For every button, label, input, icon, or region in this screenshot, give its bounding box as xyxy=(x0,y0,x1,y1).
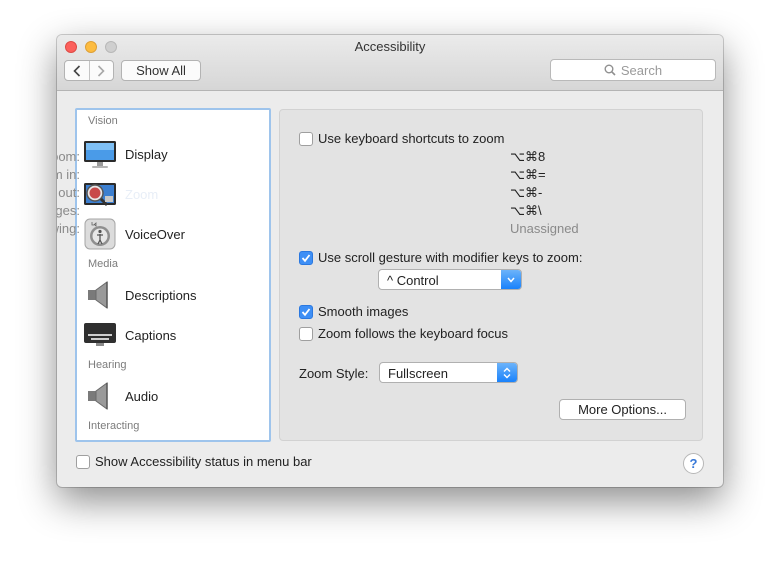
sidebar-item-label: Captions xyxy=(125,327,177,343)
speaker-icon xyxy=(83,379,117,413)
status-menu-checkbox-row[interactable]: Show Accessibility status in menu bar xyxy=(76,454,312,469)
smooth-images-checkbox-row[interactable]: Smooth images xyxy=(299,304,408,319)
shortcut-value: ⌥⌘8 xyxy=(510,149,546,164)
sidebar-item-captions[interactable]: Captions xyxy=(83,317,263,353)
zoom-icon xyxy=(83,177,117,211)
checkmark-icon xyxy=(301,253,311,262)
smooth-images-checkbox[interactable] xyxy=(299,304,313,319)
sidebar-header-media: Media xyxy=(88,258,118,270)
keyboard-shortcuts-label: Use keyboard shortcuts to zoom xyxy=(318,131,505,146)
follow-focus-checkbox[interactable] xyxy=(299,326,313,341)
shortcut-label: Toggle keyboard focus following: xyxy=(57,221,80,236)
show-all-button[interactable]: Show All xyxy=(121,60,201,81)
back-button[interactable] xyxy=(65,61,89,80)
sidebar-item-label: Audio xyxy=(125,388,159,404)
shortcut-value: Unassigned xyxy=(510,221,579,236)
voiceover-icon xyxy=(83,217,117,251)
shortcut-value: ⌥⌘= xyxy=(510,167,546,182)
zoom-style-value: Fullscreen xyxy=(388,366,448,381)
sidebar-item-label: Display xyxy=(125,146,168,162)
forward-button[interactable] xyxy=(88,61,114,80)
preferences-window: Accessibility Show All Search Vision Dis… xyxy=(57,35,723,487)
sidebar-item-voiceover[interactable]: VoiceOver xyxy=(83,216,263,252)
sidebar-item-audio[interactable]: Audio xyxy=(83,378,263,414)
display-icon xyxy=(83,137,117,171)
shortcut-label: Zoom out: xyxy=(57,185,80,200)
chevron-down-icon xyxy=(501,270,521,289)
speaker-icon xyxy=(83,278,117,312)
shortcut-label: Toggle smooth images: xyxy=(57,203,80,218)
sidebar-item-display[interactable]: Display xyxy=(83,136,263,172)
follow-focus-checkbox-row[interactable]: Zoom follows the keyboard focus xyxy=(299,326,508,341)
zoom-style-label: Zoom Style: xyxy=(299,366,369,381)
status-menu-label: Show Accessibility status in menu bar xyxy=(95,454,312,469)
sidebar-header-hearing: Hearing xyxy=(88,359,127,371)
zoom-settings-pane: Use keyboard shortcuts to zoom Toggle zo… xyxy=(57,109,703,441)
sidebar-item-label: Zoom xyxy=(125,186,159,202)
more-options-button[interactable]: More Options... xyxy=(559,399,686,420)
sidebar-item-descriptions[interactable]: Descriptions xyxy=(83,277,263,313)
sidebar-header-vision: Vision xyxy=(88,115,118,127)
zoom-style-popup[interactable]: Fullscreen xyxy=(379,362,518,383)
sidebar-item-label: VoiceOver xyxy=(125,226,185,242)
modifier-key-popup[interactable]: ^ Control xyxy=(378,269,522,290)
keyboard-shortcuts-checkbox-row[interactable]: Use keyboard shortcuts to zoom xyxy=(299,131,504,146)
up-down-arrows-icon xyxy=(497,363,517,382)
checkmark-icon xyxy=(301,307,311,316)
search-icon xyxy=(604,64,616,76)
smooth-images-label: Smooth images xyxy=(318,304,409,319)
captions-icon xyxy=(83,318,117,352)
search-placeholder: Search xyxy=(620,62,663,78)
sidebar-item-label: Descriptions xyxy=(125,287,197,303)
chevron-left-icon xyxy=(73,64,80,77)
title-bar: Accessibility Show All Search xyxy=(57,35,723,91)
shortcut-value: ⌥⌘\ xyxy=(510,203,542,218)
shortcut-label: Zoom in: xyxy=(57,167,80,182)
window-title: Accessibility xyxy=(354,39,426,54)
keyboard-shortcuts-checkbox[interactable] xyxy=(299,131,313,146)
follow-focus-label: Zoom follows the keyboard focus xyxy=(318,326,509,341)
search-field[interactable]: Search xyxy=(550,59,716,81)
modifier-key-value: ^ Control xyxy=(387,273,439,288)
scroll-gesture-checkbox-row[interactable]: Use scroll gesture with modifier keys to… xyxy=(299,250,582,265)
shortcut-label: Toggle zoom: xyxy=(57,149,80,164)
chevron-right-icon xyxy=(98,64,105,77)
scroll-gesture-label: Use scroll gesture with modifier keys to… xyxy=(318,250,583,265)
scroll-gesture-checkbox[interactable] xyxy=(299,250,313,265)
back-forward-group xyxy=(64,60,114,81)
shortcut-value: ⌥⌘- xyxy=(510,185,543,200)
sidebar-header-interacting: Interacting xyxy=(88,420,140,432)
category-sidebar[interactable]: Vision Display Zoom VoiceOver Media Desc… xyxy=(75,108,271,442)
status-menu-checkbox[interactable] xyxy=(76,454,90,469)
help-button[interactable]: ? xyxy=(683,453,704,474)
sidebar-item-zoom[interactable]: Zoom xyxy=(83,176,263,212)
